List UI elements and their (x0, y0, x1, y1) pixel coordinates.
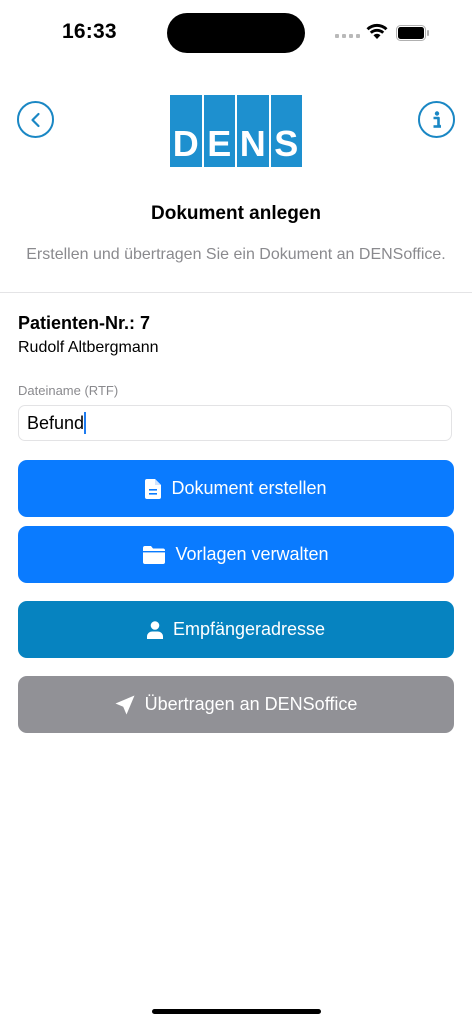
info-icon (433, 110, 441, 128)
logo-letter: N (237, 95, 269, 167)
battery-icon (396, 25, 429, 41)
paper-plane-icon (115, 695, 135, 714)
document-icon (145, 478, 162, 499)
filename-label: Dateiname (RTF) (18, 383, 119, 398)
transfer-button[interactable]: Übertragen an DENSoffice (18, 676, 454, 733)
text-caret (84, 412, 87, 434)
home-indicator[interactable] (152, 1009, 321, 1014)
filename-input[interactable]: Befund (18, 405, 452, 441)
info-button[interactable] (418, 101, 455, 138)
person-icon (146, 620, 163, 639)
page-subtitle: Erstellen und übertragen Sie ein Dokumen… (26, 246, 446, 263)
create-document-button[interactable]: Dokument erstellen (18, 460, 454, 517)
recipient-address-label: Empfängeradresse (172, 619, 326, 639)
manage-templates-label: Vorlagen verwalten (175, 544, 329, 564)
transfer-label: Übertragen an DENSoffice (144, 694, 358, 714)
wifi-icon (366, 23, 388, 39)
recipient-address-button[interactable]: Empfängeradresse (18, 601, 454, 658)
page-title: Dokument anlegen (151, 203, 321, 224)
status-time: 16:33 (62, 20, 117, 43)
logo-letter: E (203, 95, 235, 167)
logo-letter: S (270, 95, 302, 167)
manage-templates-button[interactable]: Vorlagen verwalten (18, 526, 454, 583)
logo-letter: D (170, 95, 202, 167)
patient-number: Patienten-Nr.: 7 (18, 313, 151, 333)
filename-value: Befund (27, 412, 85, 433)
folder-icon (143, 545, 166, 564)
back-button[interactable] (17, 101, 54, 138)
create-document-label: Dokument erstellen (171, 478, 327, 498)
divider (0, 292, 472, 293)
patient-name: Rudolf Altbergmann (18, 339, 159, 356)
chevron-left-icon (30, 112, 40, 127)
dens-logo: D E N S (170, 95, 302, 167)
dynamic-island (167, 13, 305, 53)
cellular-signal-icon (335, 34, 360, 38)
